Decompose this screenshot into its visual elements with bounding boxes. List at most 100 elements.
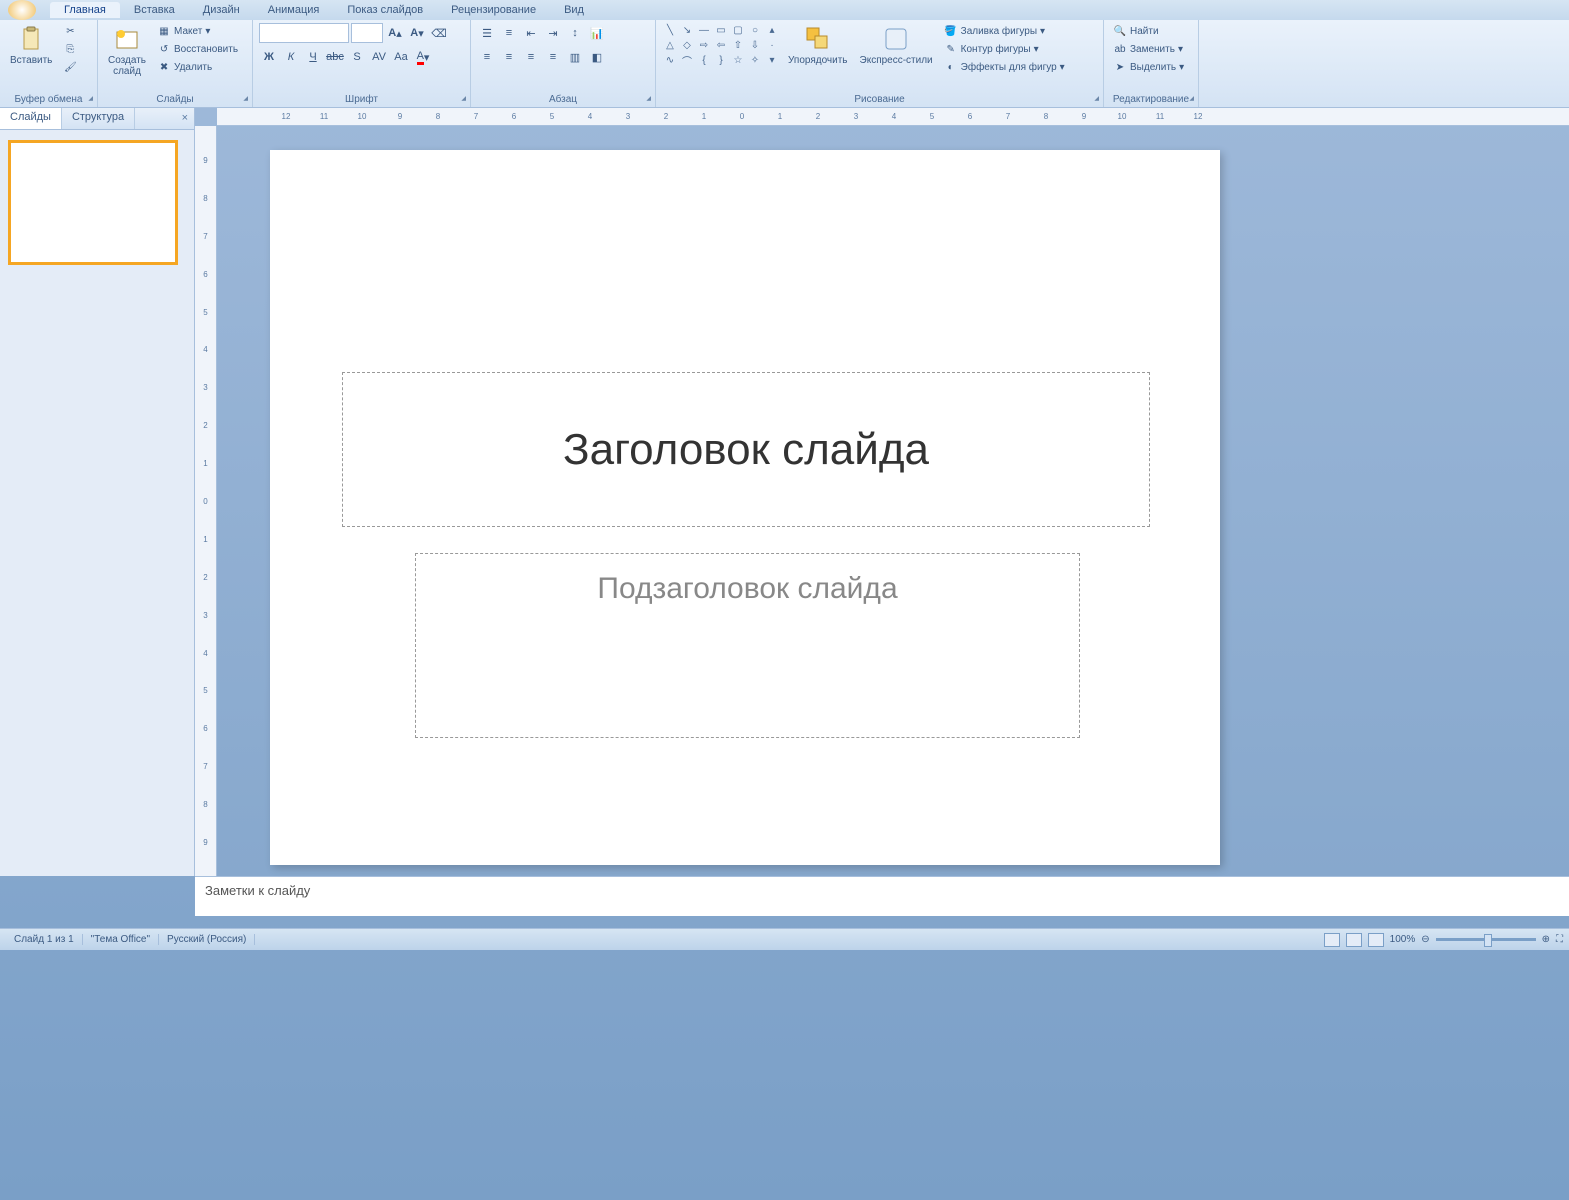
- group-label-slides: Слайды: [104, 92, 246, 107]
- view-slideshow-button[interactable]: [1368, 933, 1384, 947]
- horizontal-ruler[interactable]: 1211109876543210123456789101112: [217, 108, 1569, 126]
- line-spacing-button[interactable]: ↕: [565, 23, 585, 43]
- change-case-button[interactable]: Aa: [391, 47, 411, 67]
- shape-outline-button[interactable]: ✎Контур фигуры ▾: [941, 41, 1068, 57]
- new-slide-button[interactable]: Создать слайд: [104, 23, 150, 79]
- group-label-paragraph: Абзац: [477, 92, 649, 107]
- status-language[interactable]: Русский (Россия): [159, 934, 255, 945]
- shape-diamond-icon[interactable]: ◇: [679, 38, 695, 52]
- font-name-input[interactable]: [259, 23, 349, 43]
- shape-darrow-icon[interactable]: ⇩: [747, 38, 763, 52]
- group-label-font: Шрифт: [259, 92, 464, 107]
- layout-button[interactable]: ▦Макет ▾: [154, 23, 241, 39]
- tab-slideshow[interactable]: Показ слайдов: [333, 2, 437, 18]
- shape-uarrow-icon[interactable]: ⇧: [730, 38, 746, 52]
- copy-button[interactable]: ⎘: [60, 41, 80, 57]
- shadow-button[interactable]: S: [347, 47, 367, 67]
- reset-button[interactable]: ↺Восстановить: [154, 41, 241, 57]
- select-button[interactable]: ➤Выделить ▾: [1110, 59, 1187, 75]
- tab-home[interactable]: Главная: [50, 2, 120, 18]
- paste-button[interactable]: Вставить: [6, 23, 56, 68]
- slide-editor: 1211109876543210123456789101112 98765432…: [195, 108, 1569, 876]
- cut-button[interactable]: ✂: [60, 23, 80, 39]
- office-button[interactable]: [8, 0, 36, 20]
- shape-circle-icon[interactable]: ○: [747, 23, 763, 37]
- tab-review[interactable]: Рецензирование: [437, 2, 550, 18]
- view-normal-button[interactable]: [1324, 933, 1340, 947]
- align-center-button[interactable]: ≡: [499, 47, 519, 67]
- font-color-button[interactable]: A▾: [413, 47, 433, 67]
- tab-design[interactable]: Дизайн: [189, 2, 254, 18]
- view-sorter-button[interactable]: [1346, 933, 1362, 947]
- binoculars-icon: 🔍: [1113, 24, 1127, 38]
- subtitle-placeholder[interactable]: Подзаголовок слайда: [415, 553, 1080, 738]
- notes-pane[interactable]: Заметки к слайду: [195, 876, 1569, 916]
- shape-line2-icon[interactable]: —: [696, 23, 712, 37]
- panel-tab-outline[interactable]: Структура: [62, 108, 135, 129]
- bullets-button[interactable]: ☰: [477, 23, 497, 43]
- find-button[interactable]: 🔍Найти: [1110, 23, 1187, 39]
- title-placeholder[interactable]: Заголовок слайда: [342, 372, 1150, 527]
- shape-line-icon[interactable]: ╲: [662, 23, 678, 37]
- tab-view[interactable]: Вид: [550, 2, 598, 18]
- shape-larrow-icon[interactable]: ⇦: [713, 38, 729, 52]
- shape-brace2-icon[interactable]: }: [713, 53, 729, 67]
- justify-button[interactable]: ≡: [543, 47, 563, 67]
- increase-indent-button[interactable]: ⇥: [543, 23, 563, 43]
- arrange-button[interactable]: Упорядочить: [784, 23, 852, 68]
- shape-arrow-icon[interactable]: ↘: [679, 23, 695, 37]
- pen-icon: ✎: [944, 42, 958, 56]
- shape-more-mid-icon[interactable]: ·: [764, 38, 780, 52]
- clear-format-button[interactable]: ⌫: [429, 23, 449, 43]
- tab-insert[interactable]: Вставка: [120, 2, 189, 18]
- shape-star-icon[interactable]: ☆: [730, 53, 746, 67]
- shape-brace-icon[interactable]: {: [696, 53, 712, 67]
- shapes-gallery[interactable]: ╲ ↘ — ▭ ▢ ○ ▴ △ ◇ ⇨ ⇦ ⇧ ⇩ · ∿ ⌒ { } ☆ ✧: [662, 23, 780, 67]
- shape-callout-icon[interactable]: ✧: [747, 53, 763, 67]
- shape-rect-icon[interactable]: ▭: [713, 23, 729, 37]
- vertical-ruler[interactable]: 9876543210123456789: [195, 126, 217, 876]
- tab-animation[interactable]: Анимация: [254, 2, 334, 18]
- char-spacing-button[interactable]: AV: [369, 47, 389, 67]
- zoom-slider[interactable]: [1436, 938, 1536, 941]
- shape-curve-icon[interactable]: ∿: [662, 53, 678, 67]
- delete-button[interactable]: ✖Удалить: [154, 59, 241, 75]
- panel-close-icon[interactable]: ×: [182, 112, 188, 124]
- slide-thumbnail[interactable]: [8, 140, 178, 265]
- shape-more-up-icon[interactable]: ▴: [764, 23, 780, 37]
- underline-button[interactable]: Ч: [303, 47, 323, 67]
- zoom-in-button[interactable]: ⊕: [1542, 934, 1550, 945]
- shape-rarrow-icon[interactable]: ⇨: [696, 38, 712, 52]
- shape-effects-button[interactable]: ◐Эффекты для фигур ▾: [941, 59, 1068, 75]
- shape-roundrect-icon[interactable]: ▢: [730, 23, 746, 37]
- align-right-button[interactable]: ≡: [521, 47, 541, 67]
- shape-fill-button[interactable]: 🪣Заливка фигуры ▾: [941, 23, 1068, 39]
- text-direction-button[interactable]: 📊: [587, 23, 607, 43]
- fit-button[interactable]: ⛶: [1556, 934, 1563, 945]
- smartart-button[interactable]: ◧: [587, 47, 607, 67]
- replace-button[interactable]: abЗаменить ▾: [1110, 41, 1187, 57]
- shape-more-down-icon[interactable]: ▾: [764, 53, 780, 67]
- shape-arc-icon[interactable]: ⌒: [679, 53, 695, 67]
- strike-button[interactable]: abc: [325, 47, 345, 67]
- columns-button[interactable]: ▥: [565, 47, 585, 67]
- format-painter-button[interactable]: 🖌: [60, 59, 80, 75]
- numbering-button[interactable]: ≡: [499, 23, 519, 43]
- slide-canvas[interactable]: Заголовок слайда Подзаголовок слайда: [270, 150, 1220, 865]
- bold-button[interactable]: Ж: [259, 47, 279, 67]
- panel-tab-slides[interactable]: Слайды: [0, 108, 62, 129]
- shape-triangle-icon[interactable]: △: [662, 38, 678, 52]
- align-left-button[interactable]: ≡: [477, 47, 497, 67]
- quick-styles-button[interactable]: Экспресс-стили: [856, 23, 937, 68]
- group-label-drawing: Рисование: [662, 92, 1097, 107]
- group-paragraph: ☰ ≡ ⇤ ⇥ ↕ 📊 ≡ ≡ ≡ ≡ ▥ ◧ Абзац: [471, 20, 656, 107]
- grow-font-button[interactable]: A▴: [385, 23, 405, 43]
- paste-label: Вставить: [10, 55, 52, 66]
- zoom-out-button[interactable]: ⊖: [1421, 934, 1429, 945]
- italic-button[interactable]: К: [281, 47, 301, 67]
- bucket-icon: 🪣: [944, 24, 958, 38]
- group-label-clipboard: Буфер обмена: [6, 92, 91, 107]
- font-size-input[interactable]: [351, 23, 383, 43]
- shrink-font-button[interactable]: A▾: [407, 23, 427, 43]
- decrease-indent-button[interactable]: ⇤: [521, 23, 541, 43]
